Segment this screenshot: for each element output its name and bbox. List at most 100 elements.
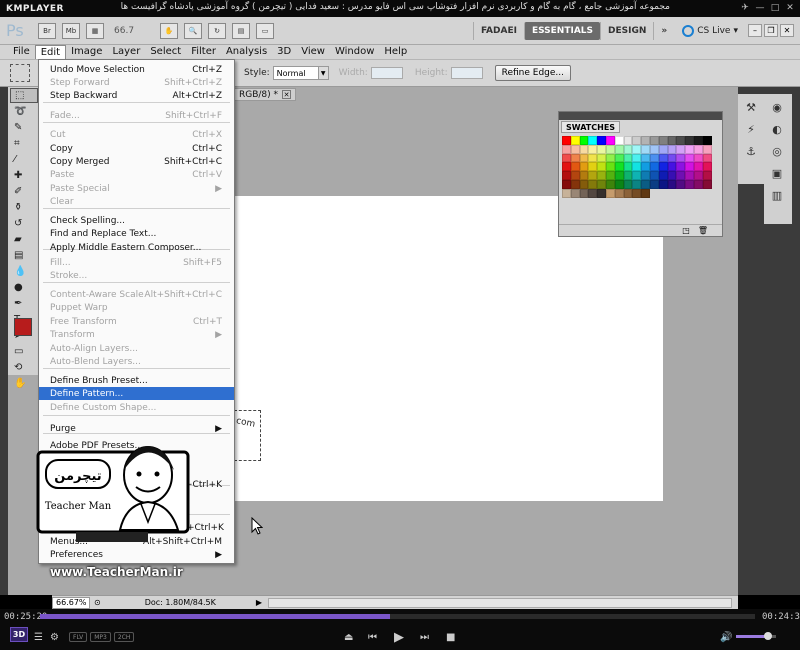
edit-menu-item-step-backward[interactable]: Step Backward Alt+Ctrl+Z [39,89,234,102]
swatch-color[interactable] [579,188,589,198]
swatch-color[interactable] [579,136,589,145]
swatch-color[interactable] [562,188,571,198]
swatch-color[interactable] [632,153,642,163]
swatch-color[interactable] [702,136,712,145]
crop-tool-icon[interactable]: ⌗ [10,136,38,151]
layers-panel-icon[interactable]: ▥ [767,186,787,204]
ps-minimize-icon[interactable]: – [748,24,762,37]
brush-panel-icon[interactable]: ⚡ [741,120,761,138]
ps-close-icon[interactable]: ✕ [780,24,794,37]
height-input[interactable] [450,67,483,79]
swatch-color[interactable] [623,136,633,145]
edit-menu-item-check-spelling[interactable]: Check Spelling... [39,214,234,227]
workspace-fadaei[interactable]: FADAEI [472,21,524,40]
swatch-color[interactable] [667,153,677,163]
close-document-icon[interactable]: ✕ [282,90,292,99]
hand-tool-icon[interactable]: ✋ [160,22,178,39]
swatch-color[interactable] [685,162,694,172]
swatch-color[interactable] [597,162,606,172]
pen-tool-icon[interactable]: ✒ [10,296,38,311]
swatch-color[interactable] [588,188,598,198]
play-icon[interactable]: ▶ [394,630,404,645]
swatch-color[interactable] [649,179,659,189]
swatch-color[interactable] [702,171,712,180]
status-arrow-icon[interactable]: ▶ [256,598,262,607]
brush-tool-icon[interactable]: ✐ [10,184,38,199]
dodge-tool-icon[interactable]: ● [10,280,38,295]
swatch-color[interactable] [588,153,598,163]
swatch-color[interactable] [641,162,650,172]
delete-swatch-icon[interactable]: 🗑 [698,226,708,235]
swatch-color[interactable] [570,188,580,198]
swatch-color[interactable] [641,144,650,154]
swatch-color[interactable] [649,144,659,154]
swatch-color[interactable] [605,136,615,145]
menu-3d[interactable]: 3D [272,45,296,59]
swatch-color[interactable] [579,153,589,163]
swatch-color[interactable] [632,144,642,154]
gradient-tool-icon[interactable]: ▤ [10,248,38,263]
minimize-icon[interactable]: — [754,2,766,14]
swatch-color[interactable] [641,171,650,180]
seek-bar[interactable] [40,614,755,619]
settings-gear-icon[interactable]: ⚙ [50,632,59,643]
swatch-color[interactable] [685,171,694,180]
swatch-color[interactable] [658,179,668,189]
swatch-color[interactable] [562,171,571,180]
swatch-color[interactable] [641,179,650,189]
swatch-color[interactable] [597,153,606,163]
masks-icon[interactable]: ◎ [767,142,787,160]
edit-menu-item-define-pattern[interactable]: Define Pattern... [39,387,234,400]
more-workspaces-icon[interactable]: » [653,21,674,40]
horizontal-scrollbar[interactable] [268,597,732,608]
swatch-color[interactable] [649,136,659,145]
style-select[interactable]: Normal ▼ [272,66,329,80]
color-panel-icon[interactable]: ◉ [767,98,787,116]
swatch-color[interactable] [570,136,580,145]
edit-menu-item-define-brush-preset[interactable]: Define Brush Preset... [39,374,234,387]
swatch-color[interactable] [693,162,703,172]
swatch-color[interactable] [562,144,571,154]
swatch-color[interactable] [597,136,606,145]
bridge-icon[interactable]: Br [38,22,56,39]
swatch-color[interactable] [676,136,686,145]
menu-help[interactable]: Help [379,45,412,59]
edit-menu-item-copy-merged[interactable]: Copy Merged Shift+Ctrl+C [39,155,234,168]
swatch-color[interactable] [614,153,624,163]
swatch-color[interactable] [614,188,624,198]
swatch-color[interactable] [676,153,686,163]
3d-mode-button[interactable]: 3D [10,627,28,642]
kmplayer-logo[interactable]: KMPLAYER [0,4,64,14]
swatch-color[interactable] [605,171,615,180]
swatch-color[interactable] [693,136,703,145]
width-input[interactable] [370,67,403,79]
swatch-color[interactable] [702,162,712,172]
swatch-color[interactable] [676,162,686,172]
volume-icon[interactable]: 🔊 [720,632,732,643]
rectangular-marquee-tool-icon[interactable]: ⬚ [10,88,38,103]
menu-image[interactable]: Image [66,45,107,59]
swatch-color[interactable] [605,188,615,198]
swatch-color[interactable] [562,162,571,172]
swatch-color[interactable] [632,162,642,172]
swatch-color[interactable] [632,171,642,180]
swatch-color[interactable] [570,144,580,154]
swatch-color[interactable] [614,171,624,180]
workspace-design[interactable]: DESIGN [600,21,653,40]
eyedropper-tool-icon[interactable]: ⁄ [10,152,38,167]
quick-selection-tool-icon[interactable]: ✎ [10,120,38,135]
swatch-color[interactable] [676,179,686,189]
edit-menu-item-preferences[interactable]: Preferences ▶ [39,548,234,561]
swatch-color[interactable] [562,153,571,163]
refine-edge-button[interactable]: Refine Edge... [494,65,572,81]
clone-source-icon[interactable]: ⚓ [741,142,761,160]
stop-icon[interactable]: ■ [446,632,455,643]
new-swatch-icon[interactable]: ◳ [682,226,690,235]
swatch-color[interactable] [658,144,668,154]
swatch-color[interactable] [597,188,606,198]
swatch-color[interactable] [623,162,633,172]
swatch-color[interactable] [623,179,633,189]
app-zoom-level[interactable]: 66.7 [114,26,154,36]
swatch-color[interactable] [667,144,677,154]
adjustments-icon[interactable]: ◐ [767,120,787,138]
